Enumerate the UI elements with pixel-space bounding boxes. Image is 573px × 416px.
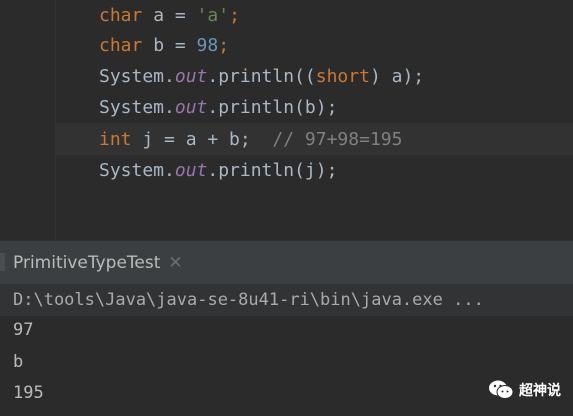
tab-run-config[interactable]: PrimitiveTypeTest ✕ (13, 241, 183, 285)
console-command-line[interactable]: D:\tools\Java\java-se-8u41-ri\bin\java.e… (13, 284, 484, 316)
tab-label: PrimitiveTypeTest (13, 253, 161, 273)
console-output-line: 195 (13, 383, 44, 403)
static-field: out (174, 66, 208, 87)
keyword: short (315, 66, 370, 87)
static-field: out (174, 97, 208, 118)
close-icon[interactable]: ✕ (168, 241, 182, 285)
code-text: ) a); (369, 66, 425, 87)
code-text: b = (142, 35, 197, 56)
code-text: a = (142, 5, 197, 26)
semicolon: ; (218, 35, 230, 56)
static-field: out (174, 160, 208, 181)
keyword: char (99, 35, 143, 56)
code-text: .println(b); (207, 97, 338, 118)
run-tool-window-header: PrimitiveTypeTest ✕ (0, 240, 573, 284)
watermark: 超神说 (488, 377, 561, 403)
code-editor[interactable]: char a = 'a'; char b = 98; System.out.pr… (0, 0, 573, 240)
editor-gutter[interactable] (0, 0, 55, 240)
semicolon: ; (229, 5, 240, 26)
console-output-line: 97 (13, 320, 34, 340)
watermark-text: 超神说 (519, 383, 561, 399)
code-text: j = a + b; (131, 129, 251, 150)
code-line-3[interactable]: System.out.println((short) a); (99, 61, 424, 92)
keyword: char (99, 5, 143, 26)
ide-window: char a = 'a'; char b = 98; System.out.pr… (0, 0, 573, 416)
code-line-1[interactable]: char a = 'a'; (99, 0, 240, 31)
code-line-2[interactable]: char b = 98; (99, 30, 229, 61)
code-text: System. (99, 66, 175, 87)
console-output-line: b (13, 352, 24, 372)
code-text: .println(( (207, 66, 316, 87)
number-literal: 98 (196, 35, 219, 56)
code-text: .println(j); (207, 160, 338, 181)
code-text: System. (99, 97, 175, 118)
keyword: int (99, 129, 132, 150)
tool-window-strip-icon (0, 253, 5, 271)
comment: // 97+98=195 (250, 129, 403, 150)
gutter-divider (55, 0, 56, 240)
code-line-4[interactable]: System.out.println(b); (99, 92, 337, 123)
code-text: System. (99, 160, 175, 181)
string-literal: 'a' (196, 5, 230, 26)
wechat-icon (489, 380, 514, 399)
code-line-6[interactable]: System.out.println(j); (99, 155, 337, 186)
code-line-5[interactable]: int j = a + b; // 97+98=195 (99, 124, 402, 155)
